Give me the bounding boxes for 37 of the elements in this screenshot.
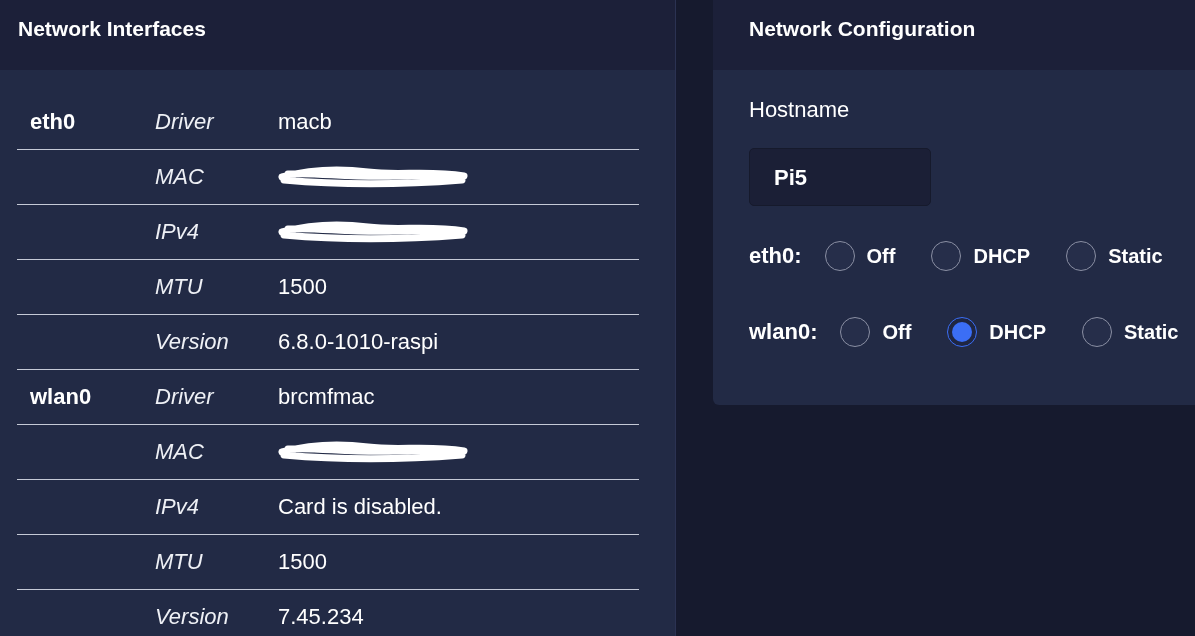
property-key: Version xyxy=(155,329,229,354)
property-key: Driver xyxy=(155,384,214,409)
property-value: macb xyxy=(278,109,332,134)
property-value: Card is disabled. xyxy=(278,494,442,519)
property-value: 7.45.234 xyxy=(278,604,364,629)
property-key: MTU xyxy=(155,549,203,574)
property-key: IPv4 xyxy=(155,219,200,244)
interface-label: wlan0: xyxy=(749,319,818,345)
radio-button[interactable] xyxy=(947,317,978,347)
radio-button[interactable] xyxy=(1066,241,1097,271)
radio-button[interactable] xyxy=(931,241,962,271)
panel-title: Network Configuration xyxy=(749,17,976,41)
property-key: Version xyxy=(155,604,229,629)
option-label[interactable]: DHCP xyxy=(973,244,1031,268)
property-value: 1500 xyxy=(278,549,327,574)
interface-name: eth0 xyxy=(30,109,76,134)
panel-title: Network Interfaces xyxy=(18,17,206,41)
option-label[interactable]: Off xyxy=(866,244,896,268)
interface-label: eth0: xyxy=(749,243,802,269)
option-label[interactable]: Static xyxy=(1124,320,1179,344)
radio-button[interactable] xyxy=(824,241,855,271)
property-value: 1500 xyxy=(278,274,327,299)
property-key: Driver xyxy=(155,109,214,134)
hostname-input[interactable]: Pi5 xyxy=(749,148,931,206)
property-value: 6.8.0-1010-raspi xyxy=(278,329,439,354)
property-key: MAC xyxy=(155,439,204,464)
property-key: MTU xyxy=(155,274,203,299)
hostname-label: Hostname xyxy=(749,97,850,123)
property-key: MAC xyxy=(155,164,204,189)
option-label[interactable]: Off xyxy=(882,320,912,344)
property-key: IPv4 xyxy=(155,494,200,519)
radio-button[interactable] xyxy=(840,317,871,347)
option-label[interactable]: Static xyxy=(1108,244,1163,268)
option-label[interactable]: DHCP xyxy=(989,320,1047,344)
radio-button[interactable] xyxy=(1082,317,1113,347)
interface-name: wlan0 xyxy=(30,384,92,409)
property-value: brcmfmac xyxy=(278,384,375,409)
